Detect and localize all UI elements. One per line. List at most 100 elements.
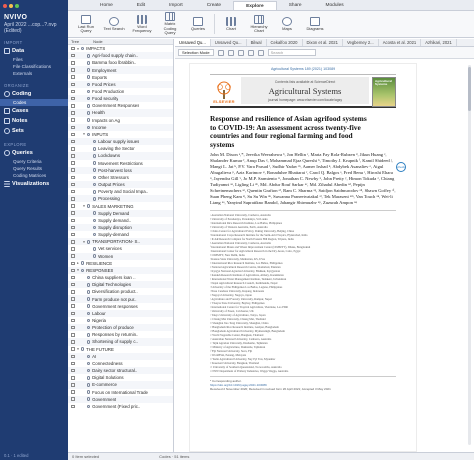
row-checkbox[interactable] — [71, 361, 75, 366]
hierarchy-chart-button[interactable]: Hierarchy Chart — [247, 14, 271, 34]
code-row[interactable]: Food Production — [68, 88, 173, 95]
word-frequency-button[interactable]: Word Frequency — [130, 14, 154, 34]
code-row[interactable]: Government — [68, 395, 173, 403]
print-icon[interactable] — [257, 49, 264, 56]
code-row[interactable]: ▾ IMPACTS — [68, 45, 173, 52]
code-row[interactable]: ▾ INPUTS — [68, 131, 173, 138]
code-row[interactable]: Income — [68, 123, 173, 131]
code-row[interactable]: Employment — [68, 66, 173, 74]
code-row[interactable]: Nigeria — [68, 317, 173, 324]
menu-tab-edit[interactable]: Edit — [125, 1, 157, 10]
code-row[interactable]: Output Prices — [68, 180, 173, 189]
code-row[interactable]: Labour — [68, 309, 173, 317]
chevron-down-icon[interactable]: ▾ — [77, 268, 80, 272]
code-row[interactable]: Shortening of supply c.. — [68, 338, 173, 346]
zoom-window-button[interactable] — [15, 4, 19, 8]
row-checkbox[interactable] — [71, 404, 75, 409]
row-checkbox[interactable] — [71, 68, 75, 72]
row-checkbox[interactable] — [71, 161, 75, 165]
code-row[interactable]: Responses by returnin.. — [68, 331, 173, 338]
row-checkbox[interactable] — [71, 232, 75, 237]
vertical-scrollbar[interactable] — [468, 65, 471, 445]
row-checkbox[interactable] — [71, 139, 75, 144]
row-checkbox[interactable] — [71, 340, 75, 344]
code-row[interactable]: Supply-demand — [68, 231, 173, 238]
project-file-name[interactable]: April 2022 ...cop...?.nvp (Edited) — [4, 22, 64, 34]
nav-group-coding[interactable]: Coding — [0, 89, 68, 99]
row-checkbox[interactable] — [71, 46, 75, 51]
code-row[interactable]: Dairy sector structural.. — [68, 367, 173, 375]
row-checkbox[interactable] — [71, 368, 75, 373]
row-checkbox[interactable] — [71, 354, 75, 359]
text-search-button[interactable]: Text Search — [102, 16, 126, 31]
code-row[interactable]: Supply disruption — [68, 223, 173, 232]
chevron-down-icon[interactable]: ▾ — [83, 204, 86, 208]
row-checkbox[interactable] — [71, 125, 75, 130]
close-window-button[interactable] — [3, 4, 7, 8]
code-row[interactable]: Farm produce not pur.. — [68, 295, 173, 303]
row-checkbox[interactable] — [71, 132, 75, 137]
matrix-coding-query-button[interactable]: Matrix Coding Query — [158, 12, 182, 35]
code-row[interactable]: China suppliers loan .. — [68, 274, 173, 281]
maps-button[interactable]: Maps — [275, 16, 299, 31]
code-row[interactable]: Digital Technologies — [68, 281, 173, 289]
code-row[interactable]: ▾ SALES MARKETING — [68, 202, 173, 209]
row-checkbox[interactable] — [71, 225, 75, 230]
code-row[interactable]: Focus on International Trade — [68, 389, 173, 396]
document-search-input[interactable]: Search — [267, 49, 316, 56]
row-checkbox[interactable] — [71, 118, 75, 122]
menu-tab-create[interactable]: Create — [195, 1, 233, 10]
row-checkbox[interactable] — [71, 397, 75, 401]
code-selection-icon[interactable] — [217, 49, 224, 56]
row-checkbox[interactable] — [71, 154, 75, 158]
row-checkbox[interactable] — [71, 376, 75, 380]
code-row[interactable]: Leaving the Sector — [68, 145, 173, 152]
row-checkbox[interactable] — [71, 254, 75, 258]
code-row[interactable]: Post-harvest loss — [68, 166, 173, 174]
code-row[interactable]: Government Responses — [68, 102, 173, 109]
chevron-down-icon[interactable]: ▾ — [77, 347, 80, 351]
code-row[interactable]: Health — [68, 109, 173, 117]
highlight-icon[interactable] — [237, 49, 244, 56]
check-for-updates-icon[interactable]: check — [396, 162, 406, 172]
code-row[interactable]: Digital Solutions — [68, 374, 173, 381]
row-checkbox[interactable] — [71, 175, 75, 180]
nav-item-externals[interactable]: Externals — [0, 70, 68, 77]
annotation-icon[interactable] — [227, 49, 234, 56]
code-row[interactable]: Vet services — [68, 245, 173, 252]
row-checkbox[interactable] — [71, 347, 75, 351]
row-checkbox[interactable] — [71, 240, 75, 244]
citation-reference[interactable]: Agricultural Systems 189 (2021) 103089 — [210, 67, 396, 71]
row-checkbox[interactable] — [71, 318, 75, 323]
nav-item-query-results[interactable]: Query Results — [0, 165, 68, 172]
row-checkbox[interactable] — [71, 147, 75, 151]
menu-tab-modules[interactable]: Modules — [314, 1, 356, 10]
row-checkbox[interactable] — [71, 325, 75, 330]
row-checkbox[interactable] — [71, 390, 75, 394]
code-row[interactable]: ▾ TRANSPORTATION- S.. — [68, 238, 173, 246]
row-checkbox[interactable] — [71, 89, 75, 94]
row-checkbox[interactable] — [71, 75, 75, 79]
nav-group-notes[interactable]: Notes — [0, 116, 68, 126]
row-checkbox[interactable] — [71, 268, 75, 273]
menu-tab-explore[interactable]: Explore — [233, 1, 277, 10]
row-checkbox[interactable] — [71, 82, 75, 87]
code-row[interactable]: Supply Demand — [68, 209, 173, 217]
nav-item-codes[interactable]: Codes — [0, 99, 68, 106]
diagrams-button[interactable]: Diagrams — [303, 16, 327, 31]
chevron-down-icon[interactable]: ▾ — [83, 132, 86, 136]
code-row[interactable]: ▸ RESILIENCE — [68, 260, 173, 267]
row-checkbox[interactable] — [71, 333, 75, 337]
code-row[interactable]: Poverty and Social Impa.. — [68, 188, 173, 195]
row-checkbox[interactable] — [71, 275, 75, 280]
menu-tab-import[interactable]: Import — [157, 1, 195, 10]
chart-button[interactable]: Chart — [219, 16, 243, 31]
column-header-node[interactable]: Node — [93, 39, 103, 44]
minimize-window-button[interactable] — [9, 4, 13, 8]
nav-group-queries[interactable]: Queries — [0, 148, 68, 158]
row-checkbox[interactable] — [71, 204, 75, 208]
nav-group-cases[interactable]: Cases — [0, 106, 68, 116]
nav-group-visualizations[interactable]: Visualizations — [0, 179, 68, 189]
scrollbar-thumb[interactable] — [468, 67, 471, 111]
code-row[interactable]: Exports — [68, 74, 173, 81]
